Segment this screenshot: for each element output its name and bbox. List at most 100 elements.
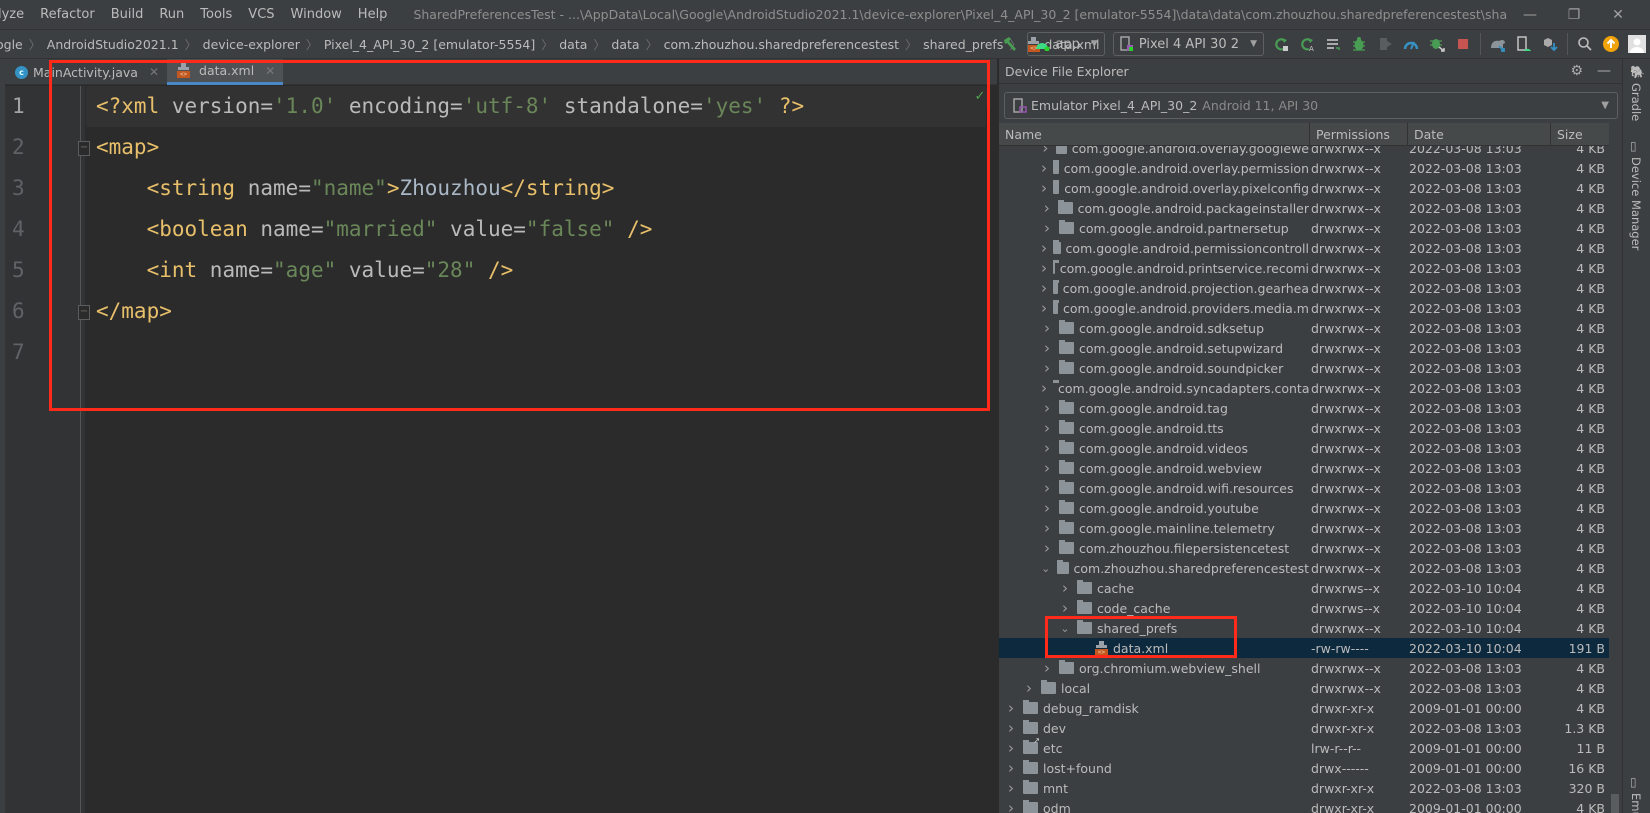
file-tree-row[interactable]: › com.google.android.setupwizard drwxrwx--…: [999, 338, 1609, 358]
account-icon[interactable]: [1624, 32, 1650, 56]
debug-icon[interactable]: [1346, 32, 1372, 56]
column-header-permissions[interactable]: Permissions: [1310, 123, 1408, 146]
chevron-right-icon[interactable]: ›: [1023, 679, 1035, 697]
minimize-button[interactable]: —: [1508, 0, 1552, 29]
file-tree-row[interactable]: › com.google.android.soundpicker drwxrwx--…: [999, 358, 1609, 378]
menu-window[interactable]: Window: [283, 7, 350, 22]
file-tree-row[interactable]: › odm drwxr-xr-x 2009-01-01 00:00 4 KB: [999, 798, 1609, 813]
chevron-right-icon[interactable]: ›: [1041, 339, 1053, 357]
fold-collapse-icon[interactable]: −: [78, 141, 90, 156]
chevron-right-icon[interactable]: ›: [1005, 699, 1017, 717]
chevron-right-icon[interactable]: ›: [1041, 399, 1053, 417]
file-tree-row[interactable]: › com.google.android.sdksetup drwxrwx--x 20…: [999, 318, 1609, 338]
chevron-right-icon[interactable]: ›: [1041, 199, 1052, 217]
file-tree-row[interactable]: › com.google.android.overlay.pixelconfig d…: [999, 178, 1609, 198]
file-tree-row[interactable]: › com.google.android.tts drwxrwx--x 2022-03…: [999, 418, 1609, 438]
file-tree-row[interactable]: › com.google.android.tag drwxrwx--x 2022-03…: [999, 398, 1609, 418]
sidebar-item-device-manager[interactable]: Device Manager: [1629, 157, 1643, 250]
chevron-right-icon[interactable]: ›: [1041, 659, 1053, 677]
file-tree-row[interactable]: › com.google.android.packageinstaller drwx…: [999, 198, 1609, 218]
chevron-down-icon[interactable]: ⌄: [1059, 622, 1071, 635]
chevron-right-icon[interactable]: ›: [1041, 359, 1053, 377]
column-header-date[interactable]: Date: [1408, 123, 1551, 146]
close-window-button[interactable]: ✕: [1596, 0, 1640, 29]
file-tree-row[interactable]: › etc lrw-r--r-- 2009-01-01 00:00 11 B: [999, 738, 1609, 758]
restore-button[interactable]: ❐: [1552, 0, 1596, 29]
chevron-right-icon[interactable]: ›: [1041, 439, 1053, 457]
breadcrumb-item[interactable]: com.zhouzhou.sharedpreferencestest: [664, 37, 899, 52]
file-tree-row[interactable]: › com.google.android.wifi.resources drwxrw…: [999, 478, 1609, 498]
file-tree-row[interactable]: › com.google.android.syncadapters.conta dr…: [999, 378, 1609, 398]
menu-refactor[interactable]: Refactor: [32, 7, 103, 22]
breadcrumb-item[interactable]: shared_prefs: [923, 37, 1003, 52]
file-tree-row[interactable]: › debug_ramdisk drwxr-xr-x 2009-01-01 00:00…: [999, 698, 1609, 718]
tab-data-xml[interactable]: <> data.xml ✕: [167, 59, 284, 85]
file-tree-row[interactable]: › mnt drwxr-xr-x 2022-03-08 13:03 320 B: [999, 778, 1609, 798]
chevron-down-icon[interactable]: ⌄: [1041, 562, 1051, 575]
apply-changes-icon[interactable]: [1268, 32, 1294, 56]
avd-manager-icon[interactable]: [1511, 32, 1537, 56]
breadcrumb-item[interactable]: device-explorer: [203, 37, 300, 52]
file-tree-row[interactable]: <> data.xml -rw-rw---- 2022-03-10 10:04 191 …: [999, 638, 1609, 658]
stop-icon[interactable]: [1450, 32, 1476, 56]
file-tree-row[interactable]: › com.google.android.printservice.recomi d…: [999, 258, 1609, 278]
menu-tools[interactable]: Tools: [192, 7, 240, 22]
inspection-ok-icon[interactable]: ✓: [970, 88, 990, 106]
file-tree-row[interactable]: › local drwxrwx--x 2022-03-08 13:03 4 KB: [999, 678, 1609, 698]
chevron-right-icon[interactable]: ›: [1041, 419, 1053, 437]
file-tree-row[interactable]: › com.google.android.overlay.permission dr…: [999, 158, 1609, 178]
file-tree-row[interactable]: › com.google.android.permissioncontroll dr…: [999, 238, 1609, 258]
hammer-icon[interactable]: [997, 32, 1023, 56]
file-tree-row[interactable]: › com.google.mainline.telemetry drwxrwx--x…: [999, 518, 1609, 538]
chevron-right-icon[interactable]: ›: [1041, 499, 1053, 517]
sidebar-item-gradle[interactable]: Gradle: [1629, 83, 1643, 121]
file-tree-row[interactable]: › com.zhouzhou.filepersistencetest drwxrwx…: [999, 538, 1609, 558]
chevron-right-icon[interactable]: ›: [1041, 259, 1047, 277]
chevron-right-icon[interactable]: ›: [1041, 319, 1053, 337]
sidebar-item-emulator[interactable]: Emu: [1629, 793, 1643, 813]
file-tree-row[interactable]: › cache drwxrws--x 2022-03-10 10:04 4 KB: [999, 578, 1609, 598]
chevron-right-icon[interactable]: ›: [1005, 739, 1017, 757]
run-config-dropdown[interactable]: app ▼: [1027, 32, 1105, 56]
file-tree-row[interactable]: › com.google.android.youtube drwxrwx--x 202…: [999, 498, 1609, 518]
update-icon[interactable]: [1598, 32, 1624, 56]
close-tab-icon[interactable]: ✕: [265, 64, 275, 78]
file-tree-row[interactable]: ⌄ com.zhouzhou.sharedpreferencestest drwxr…: [999, 558, 1609, 578]
attach-profiler-icon[interactable]: [1372, 32, 1398, 56]
breadcrumb-item[interactable]: Pixel_4_API_30_2 [emulator-5554]: [324, 37, 535, 52]
chevron-right-icon[interactable]: ›: [1041, 299, 1047, 317]
breadcrumb-item[interactable]: ogle: [0, 37, 23, 52]
file-tree-row[interactable]: › com.google.android.partnersetup drwxrwx-…: [999, 218, 1609, 238]
logcat-icon[interactable]: [1320, 32, 1346, 56]
chevron-right-icon[interactable]: ›: [1059, 599, 1071, 617]
menu-build[interactable]: Build: [103, 7, 152, 22]
chevron-right-icon[interactable]: ›: [1041, 379, 1047, 397]
file-tree-row[interactable]: › com.google.android.videos drwxrwx--x 2022…: [999, 438, 1609, 458]
menu-vcs[interactable]: VCS: [240, 7, 282, 22]
gear-icon[interactable]: ⚙: [1570, 63, 1583, 79]
file-tree-row[interactable]: › com.google.android.projection.gearhea dr…: [999, 278, 1609, 298]
chevron-right-icon[interactable]: ›: [1041, 539, 1053, 557]
file-tree-row[interactable]: › com.google.android.overlay.googlewe drwx…: [999, 146, 1609, 158]
chevron-right-icon[interactable]: ›: [1041, 239, 1047, 257]
chevron-right-icon[interactable]: ›: [1041, 159, 1047, 177]
chevron-right-icon[interactable]: ›: [1041, 279, 1047, 297]
profile-icon[interactable]: [1398, 32, 1424, 56]
chevron-right-icon[interactable]: ›: [1041, 219, 1053, 237]
menu-analyze[interactable]: lyze: [0, 7, 32, 22]
search-icon[interactable]: [1572, 32, 1598, 56]
file-tree-row[interactable]: › org.chromium.webview_shell drwxrwx--x 202…: [999, 658, 1609, 678]
file-tree-row[interactable]: › com.google.android.webview drwxrwx--x 202…: [999, 458, 1609, 478]
breadcrumb-item[interactable]: data: [559, 37, 587, 52]
device-selector[interactable]: Emulator Pixel_4_API_30_2 Android 11, AP…: [1004, 92, 1618, 119]
file-tree-row[interactable]: ⌄ shared_prefs drwxrwx--x 2022-03-10 10:04 4…: [999, 618, 1609, 638]
chevron-right-icon[interactable]: ›: [1041, 519, 1053, 537]
file-tree-row[interactable]: › code_cache drwxrws--x 2022-03-10 10:04 4 K…: [999, 598, 1609, 618]
file-tree-row[interactable]: › lost+found drwx------ 2009-01-01 00:00 16 …: [999, 758, 1609, 778]
chevron-right-icon[interactable]: ›: [1041, 146, 1050, 157]
chevron-right-icon[interactable]: ›: [1041, 479, 1053, 497]
menu-run[interactable]: Run: [151, 7, 192, 22]
chevron-right-icon[interactable]: ›: [1005, 719, 1017, 737]
chevron-right-icon[interactable]: ›: [1041, 459, 1053, 477]
tab-mainactivity[interactable]: c MainActivity.java ✕: [5, 59, 167, 85]
